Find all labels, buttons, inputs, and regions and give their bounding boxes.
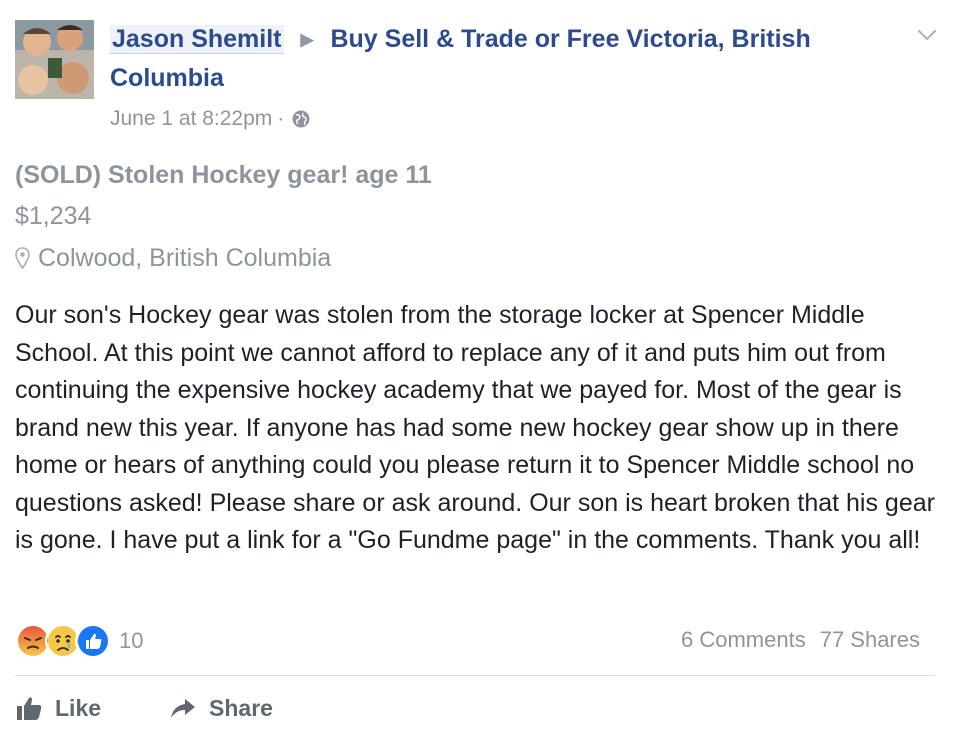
post-header: Jason Shemilt ▶ Buy Sell & Trade or Free… [110,20,870,97]
location-pin-icon [15,247,30,269]
engagement-counts: 6 Comments 77 Shares [681,627,920,653]
reactions-summary[interactable]: 10 [15,623,144,659]
arrow-right-icon: ▶ [300,30,314,49]
listing-title: (SOLD) Stolen Hockey gear! age 11 [15,161,432,189]
timestamp-link[interactable]: June 1 at 8:22pm [110,105,272,133]
meta-separator: · [277,107,285,130]
globe-icon [292,110,310,128]
action-bar: Like Share [15,690,273,726]
share-arrow-icon [171,699,196,718]
post-body: Our son's Hockey gear was stolen from th… [15,301,935,554]
post-meta: June 1 at 8:22pm · [110,105,311,133]
share-label: Share [209,694,273,721]
post-card: Jason Shemilt ▶ Buy Sell & Trade or Free… [0,0,960,734]
shares-count-link[interactable]: 77 Shares [820,627,920,653]
author-name-link[interactable]: Jason Shemilt [110,25,284,54]
like-button[interactable]: Like [15,690,101,726]
listing-price: $1,234 [15,202,92,230]
divider [15,675,935,676]
thumbs-up-icon [17,697,42,720]
location-text: Colwood, British Columbia [38,244,332,272]
avatar[interactable] [15,20,94,99]
listing-location: Colwood, British Columbia [15,243,331,273]
comments-count-link[interactable]: 6 Comments [681,627,806,653]
chevron-down-icon[interactable] [912,20,942,50]
reaction-count: 10 [119,628,144,653]
share-button[interactable]: Share [169,690,273,726]
like-reaction-icon [75,623,111,659]
like-label: Like [55,694,102,721]
